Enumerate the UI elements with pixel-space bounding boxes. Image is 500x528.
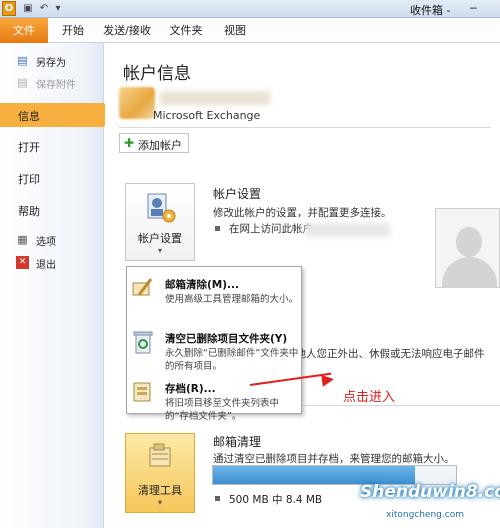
mailbox-quota-text: 500 MB 中 8.4 MB (229, 494, 323, 506)
add-account-button[interactable]: ✚ 添加帐户 (119, 133, 189, 153)
tab-view[interactable]: 视图 (220, 18, 250, 43)
menu-item-mailbox-cleanup[interactable]: 邮箱清除(M)... 使用高级工具管理邮箱的大小。 (127, 271, 301, 315)
nav-save-as[interactable]: ▤ 另存为 (0, 49, 104, 73)
mailbox-cleanup-icon (132, 278, 153, 296)
account-avatar (119, 87, 155, 119)
plus-icon: ✚ (124, 136, 135, 150)
cleanup-tools-icon (149, 443, 171, 467)
backstage-nav: ▤ 另存为 ▤ 保存附件 信息 打开 打印 帮助 ▦ 选项 ✕ 退出 (0, 43, 114, 528)
avatar-head (456, 227, 482, 257)
account-type: Microsoft Exchange (153, 109, 261, 122)
outlook-icon[interactable]: O (2, 1, 16, 16)
profile-picture[interactable] (435, 208, 500, 288)
watermark: Shenduwin8.com xitongcheng.com (330, 470, 500, 528)
watermark-sub: xitongcheng.com (386, 510, 464, 520)
account-settings-label: 帐户设置 (138, 232, 182, 245)
send-receive-icon[interactable]: ▣ (22, 3, 34, 15)
web-access-url-redacted (305, 223, 390, 237)
tab-send-receive[interactable]: 发送/接收 (100, 18, 154, 43)
cleanup-tools-button[interactable]: 清理工具 ▾ (125, 433, 195, 513)
account-settings-title: 帐户设置 (213, 187, 262, 201)
watermark-main: Shenduwin8.com (360, 482, 500, 502)
tab-file[interactable]: 文件 (0, 18, 48, 43)
title-bar: O ▣ ↶ ▾ 收件箱 - ─ (0, 0, 500, 18)
tab-folder[interactable]: 文件夹 (168, 18, 204, 43)
annotation-note: 点击进入 (343, 390, 396, 405)
chevron-down-icon: ▾ (157, 498, 162, 507)
options-icon: ▦ (17, 233, 28, 246)
chevron-down-icon: ▾ (157, 246, 162, 255)
exit-icon: ✕ (16, 256, 29, 269)
page-title: 帐户信息 (123, 64, 191, 84)
quick-access-dropdown-icon[interactable]: ▾ (52, 3, 64, 15)
mailbox-cleanup-title: 邮箱清理 (213, 435, 262, 449)
web-access-link[interactable]: 在网上访问此帐户 (229, 221, 313, 236)
menu-item-empty-deleted[interactable]: 清空已删除项目文件夹(Y) 永久删除“已删除邮件”文件夹中的所有项目。 (127, 325, 301, 372)
minimize-icon[interactable]: ─ (470, 2, 477, 15)
account-settings-desc: 修改此帐户的设置，并配置更多连接。 (213, 207, 392, 219)
nav-save-attachments[interactable]: ▤ 保存附件 (0, 71, 104, 95)
window-title: 收件箱 - (410, 4, 451, 17)
bullet (215, 496, 220, 501)
annotation-arrow-head (321, 373, 335, 387)
tab-home[interactable]: 开始 (58, 18, 88, 43)
recycle-bin-icon (133, 331, 153, 354)
nav-options[interactable]: ▦ 选项 (0, 228, 104, 252)
out-of-office-desc: 其他人您正外出、休假或无法响应电子邮件 (285, 348, 485, 360)
archive-icon (133, 382, 151, 402)
nav-info[interactable]: 信息 (0, 103, 114, 127)
nav-help[interactable]: 帮助 (0, 198, 104, 222)
account-name-redacted (160, 91, 270, 105)
divider (119, 127, 491, 128)
bullet (215, 226, 220, 231)
nav-exit[interactable]: ✕ 退出 (0, 251, 104, 275)
menu-item-archive[interactable]: 存档(R)... 将旧项目移至文件夹列表中的“存档文件夹”。 (127, 379, 301, 422)
nav-print[interactable]: 打印 (0, 166, 104, 190)
cleanup-tools-menu: 邮箱清除(M)... 使用高级工具管理邮箱的大小。 清空已删除项目文件夹(Y) … (126, 266, 302, 422)
mailbox-cleanup-desc: 通过清空已删除项目并存档，来管理您的邮箱大小。 (213, 453, 455, 465)
save-as-icon: ▤ (17, 54, 28, 67)
account-settings-icon (147, 193, 176, 223)
undo-icon[interactable]: ↶ (38, 3, 50, 15)
avatar-body (442, 257, 497, 287)
nav-open[interactable]: 打开 (0, 134, 104, 158)
divider (300, 405, 500, 406)
ribbon-tabs: 文件 开始 发送/接收 文件夹 视图 (0, 18, 500, 43)
save-attachments-icon: ▤ (17, 76, 28, 89)
account-settings-button[interactable]: 帐户设置 ▾ (125, 183, 195, 261)
cleanup-tools-label: 清理工具 (138, 484, 182, 497)
